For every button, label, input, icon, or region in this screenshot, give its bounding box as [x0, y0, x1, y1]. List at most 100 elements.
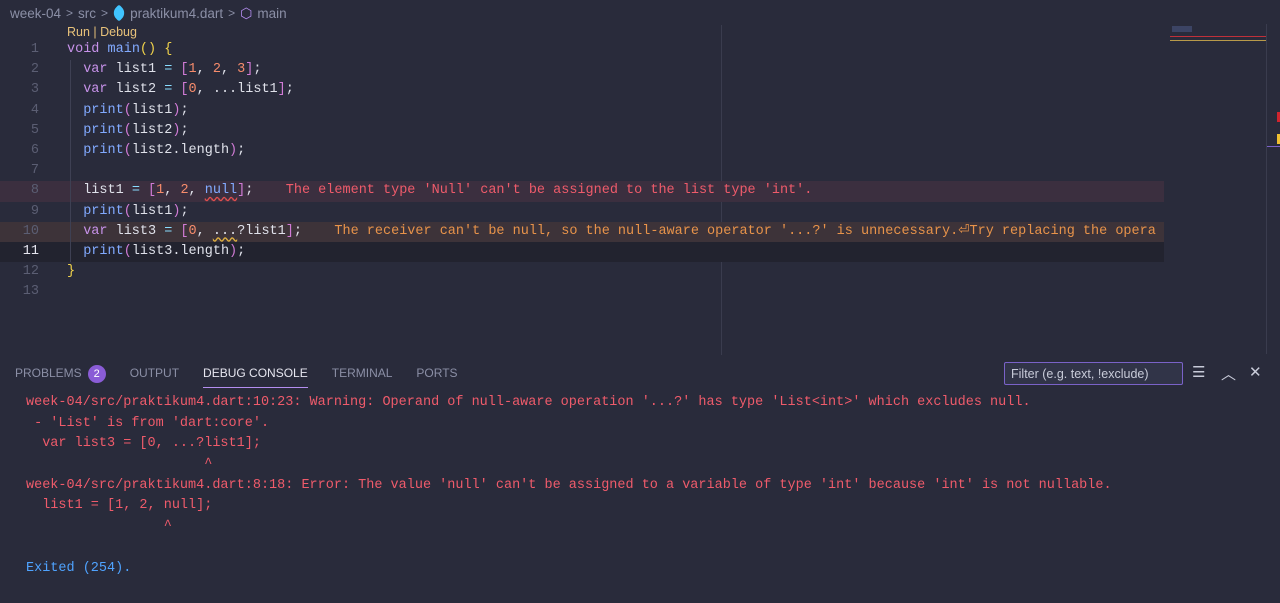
code-token: [ — [148, 183, 157, 199]
line-number: 1 — [30, 42, 39, 57]
clear-console-icon[interactable]: ☰ — [1192, 363, 1205, 381]
code-text: print(list1); — [67, 202, 189, 222]
code-token: ; — [180, 122, 189, 138]
code-token: ?list1 — [237, 223, 286, 239]
line-number: 5 — [30, 122, 39, 138]
codelens-run-debug[interactable]: Run | Debug — [67, 25, 137, 39]
minimap[interactable] — [1170, 24, 1266, 44]
breadcrumb-file[interactable]: praktikum4.dart — [130, 6, 223, 21]
code-token: 0 — [188, 223, 197, 239]
code-editor[interactable]: 1 void main() {2 var list1 = [1, 2, 3]; 3 … — [0, 40, 1164, 302]
code-line[interactable]: 11 print(list3.length); — [0, 241, 1164, 263]
indent-guide — [70, 161, 71, 182]
code-token: main — [107, 42, 140, 57]
code-token: var — [67, 62, 116, 78]
console-line: ^ — [26, 519, 172, 535]
code-line[interactable]: 10 var list3 = [0, ...?list1]; The recei… — [0, 221, 1164, 242]
code-text: print(list1); — [67, 101, 188, 121]
tab-ports[interactable]: PORTS — [416, 365, 457, 387]
code-token: list2 — [131, 122, 173, 138]
code-line[interactable]: 1 void main() { — [0, 40, 1164, 60]
code-token: ; — [293, 223, 302, 239]
code-token: , — [164, 183, 181, 199]
line-number: 8 — [30, 183, 39, 199]
method-cube-icon: ⬡ — [240, 4, 253, 21]
editor-scrollbar[interactable] — [1266, 24, 1280, 354]
code-token: print — [67, 243, 124, 259]
chevron-right-icon: > — [228, 6, 236, 20]
code-line[interactable]: 6 print(list2.length); — [0, 140, 1164, 162]
code-line[interactable]: 13 — [0, 282, 1164, 302]
code-line[interactable]: 12} — [0, 262, 1164, 282]
code-token: ( — [123, 203, 132, 219]
code-token: ( — [123, 122, 132, 138]
maximize-panel-chevron-up-icon[interactable]: ︿ — [1221, 363, 1236, 384]
code-token: , — [220, 62, 238, 78]
code-token: list2.length — [131, 142, 230, 158]
code-token: list1 — [131, 102, 173, 118]
code-token: var — [67, 223, 116, 239]
code-token: = — [131, 183, 149, 199]
close-panel-icon[interactable]: ✕ — [1249, 363, 1262, 381]
console-line: week-04/src/praktikum4.dart:8:18: Error:… — [26, 477, 1112, 493]
code-line[interactable]: 5 print(list2); — [0, 120, 1164, 141]
code-token: ; — [180, 203, 189, 219]
line-number: 11 — [22, 243, 39, 259]
code-token: ; — [237, 142, 246, 158]
line-number: 6 — [30, 142, 39, 158]
code-text: var list3 = [0, ...?list1]; The receiver… — [67, 222, 1156, 242]
code-token: , — [196, 62, 213, 78]
line-number: 4 — [30, 102, 39, 118]
code-token: ( — [123, 142, 132, 158]
code-token: null — [204, 183, 238, 199]
code-text: } — [67, 262, 75, 282]
code-token: ... — [212, 223, 238, 239]
code-token: list1 — [67, 183, 132, 199]
code-text: print(list2.length); — [67, 141, 245, 161]
code-line[interactable]: 4 print(list1); — [0, 100, 1164, 121]
breadcrumb: week-04 > src > praktikum4.dart > ⬡ main — [10, 4, 287, 22]
code-token: ; — [237, 243, 246, 259]
code-line[interactable]: 2 var list1 = [1, 2, 3]; — [0, 60, 1164, 81]
line-number: 9 — [30, 203, 39, 219]
inline-diagnostic: The receiver can't be null, so the null-… — [301, 223, 1156, 239]
console-filter-input[interactable]: Filter (e.g. text, !exclude) — [1004, 362, 1183, 385]
code-token: [ — [180, 82, 189, 98]
line-number: 7 — [30, 163, 39, 179]
breadcrumb-folder-week04[interactable]: week-04 — [10, 6, 61, 21]
code-token: = — [164, 62, 181, 78]
code-text: print(list2); — [67, 121, 189, 141]
tab-debug-console[interactable]: DEBUG CONSOLE — [203, 365, 308, 388]
code-token: list1 — [131, 203, 173, 219]
code-line[interactable]: 8 list1 = [1, 2, null]; The element type… — [0, 181, 1164, 202]
code-token: print — [67, 142, 124, 158]
code-text: var list2 = [0, ...list1]; — [67, 80, 294, 100]
code-line[interactable]: 3 var list2 = [0, ...list1]; — [0, 80, 1164, 101]
chevron-right-icon: > — [101, 6, 109, 20]
code-token: var — [67, 82, 116, 98]
code-token: ( — [123, 243, 132, 259]
code-token: print — [67, 102, 124, 118]
code-token: , ...list1 — [196, 82, 278, 98]
breadcrumb-symbol[interactable]: main — [257, 6, 286, 21]
tab-terminal[interactable]: TERMINAL — [332, 365, 393, 387]
console-line: week-04/src/praktikum4.dart:10:23: Warni… — [26, 395, 1031, 410]
code-line[interactable]: 9 print(list1); — [0, 201, 1164, 222]
code-token: ] — [285, 223, 294, 239]
code-token: 2 — [180, 183, 189, 199]
code-line[interactable]: 7 — [0, 161, 1164, 182]
line-number: 3 — [30, 82, 39, 98]
console-line: ^ — [26, 457, 213, 473]
tab-problems[interactable]: PROBLEMS 2 — [15, 365, 106, 387]
problems-count-badge: 2 — [87, 365, 106, 383]
code-text: print(list3.length); — [67, 242, 245, 262]
tab-output[interactable]: OUTPUT — [130, 365, 179, 387]
code-token: () — [139, 42, 157, 57]
line-number: 12 — [22, 264, 39, 280]
code-token: [ — [180, 223, 189, 239]
code-token: } — [67, 264, 76, 280]
code-token: ; — [285, 82, 294, 98]
line-number: 10 — [22, 223, 39, 239]
breadcrumb-folder-src[interactable]: src — [78, 6, 96, 21]
bottom-panel: PROBLEMS 2 OUTPUT DEBUG CONSOLE TERMINAL … — [0, 355, 1280, 603]
